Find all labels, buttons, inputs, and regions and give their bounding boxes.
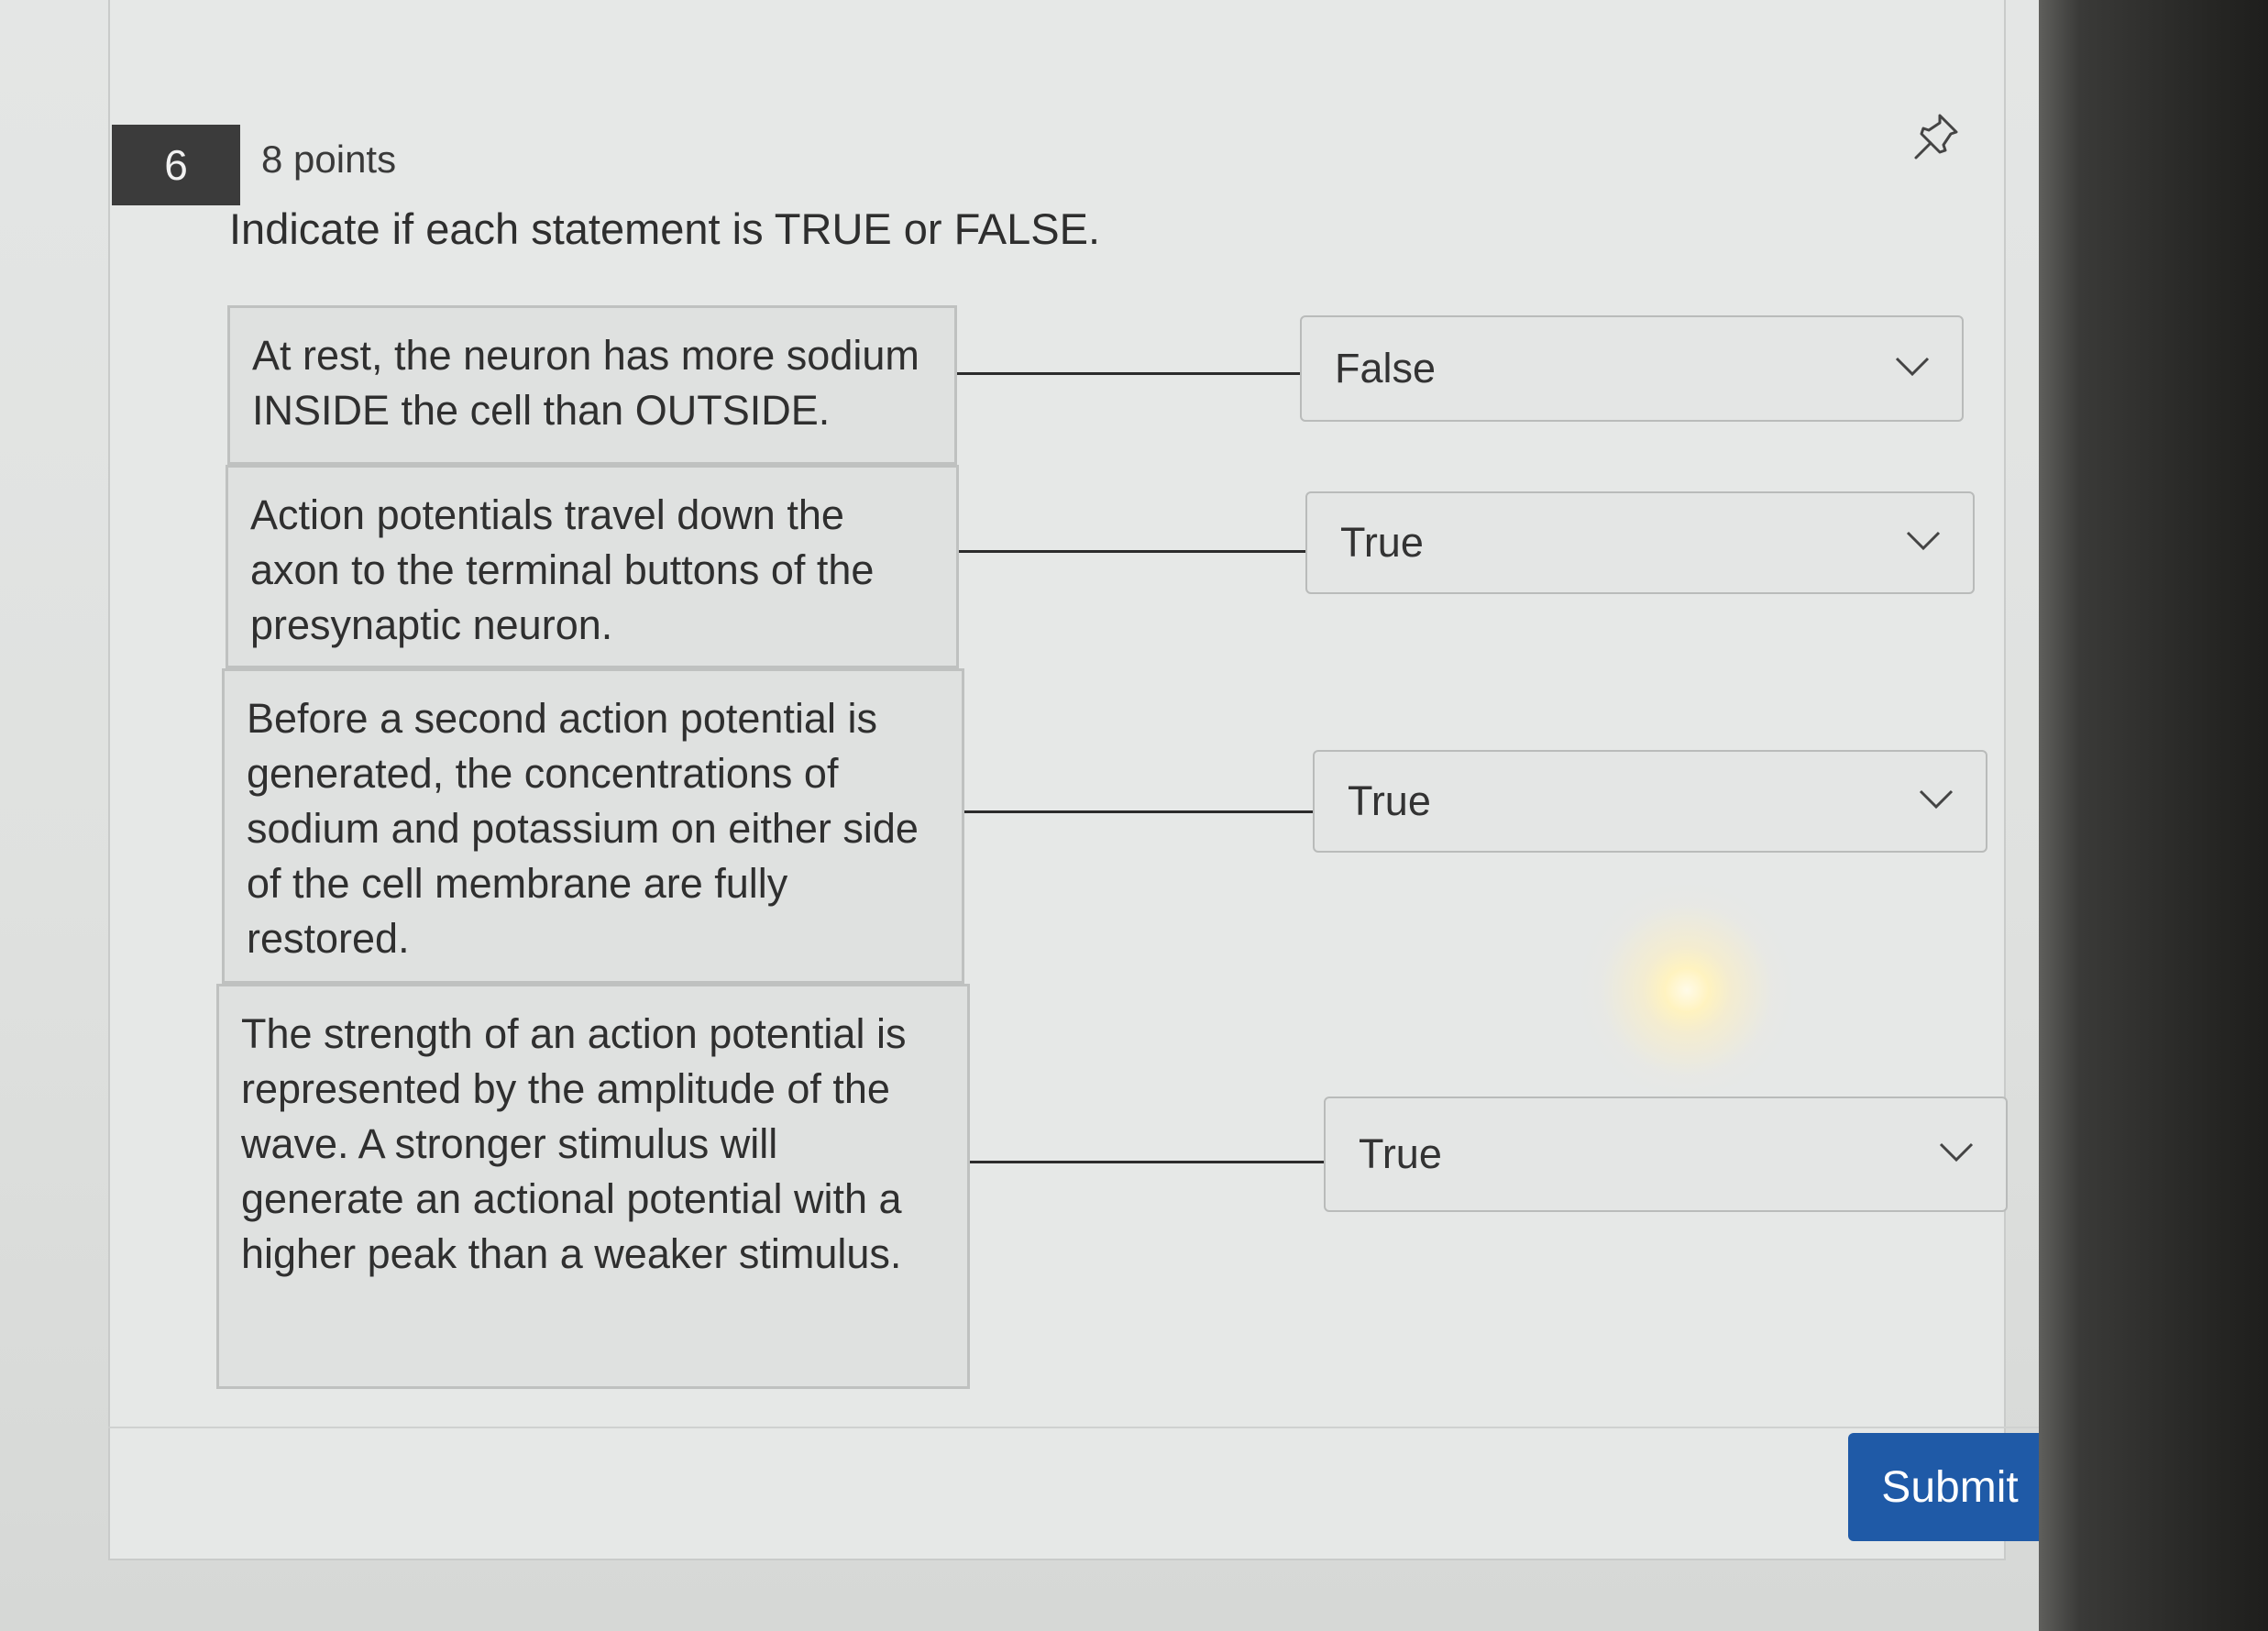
answer-select-2-value: True bbox=[1340, 519, 1424, 566]
answer-select-3[interactable]: True bbox=[1313, 750, 1987, 853]
chevron-down-icon bbox=[1895, 357, 1930, 377]
chevron-down-icon bbox=[1919, 789, 1954, 810]
connector-2 bbox=[959, 550, 1305, 553]
connector-1 bbox=[957, 372, 1300, 375]
question-points: 8 points bbox=[261, 138, 397, 181]
statement-4: The strength of an action potential is r… bbox=[216, 984, 970, 1389]
statement-2-text: Action potentials travel down the axon t… bbox=[250, 491, 875, 648]
answer-select-4[interactable]: True bbox=[1324, 1097, 2008, 1212]
answer-select-1[interactable]: False bbox=[1300, 315, 1964, 422]
statement-1-text: At rest, the neuron has more sodium INSI… bbox=[252, 332, 919, 434]
submit-button[interactable]: Submit bbox=[1848, 1433, 2052, 1541]
chevron-down-icon bbox=[1906, 531, 1941, 551]
statement-3-text: Before a second action potential is gene… bbox=[247, 695, 919, 962]
connector-4 bbox=[970, 1161, 1324, 1163]
chevron-down-icon bbox=[1939, 1142, 1974, 1163]
footer-divider bbox=[108, 1427, 2077, 1428]
answer-select-2[interactable]: True bbox=[1305, 491, 1975, 594]
screen-glare bbox=[1577, 880, 1797, 1100]
screen: 6 8 points Indicate if each statement is… bbox=[0, 0, 2268, 1631]
answer-select-1-value: False bbox=[1335, 345, 1437, 391]
question-number: 6 bbox=[112, 125, 240, 205]
statement-2: Action potentials travel down the axon t… bbox=[226, 465, 959, 668]
device-bezel bbox=[2039, 0, 2268, 1631]
statement-4-text: The strength of an action potential is r… bbox=[241, 1010, 907, 1277]
question-prompt: Indicate if each statement is TRUE or FA… bbox=[229, 204, 1101, 253]
answer-select-3-value: True bbox=[1348, 777, 1431, 824]
statement-1: At rest, the neuron has more sodium INSI… bbox=[227, 305, 957, 465]
answer-select-4-value: True bbox=[1359, 1130, 1442, 1177]
pin-icon[interactable] bbox=[1909, 108, 1964, 163]
statement-3: Before a second action potential is gene… bbox=[222, 668, 964, 984]
connector-3 bbox=[964, 810, 1313, 813]
